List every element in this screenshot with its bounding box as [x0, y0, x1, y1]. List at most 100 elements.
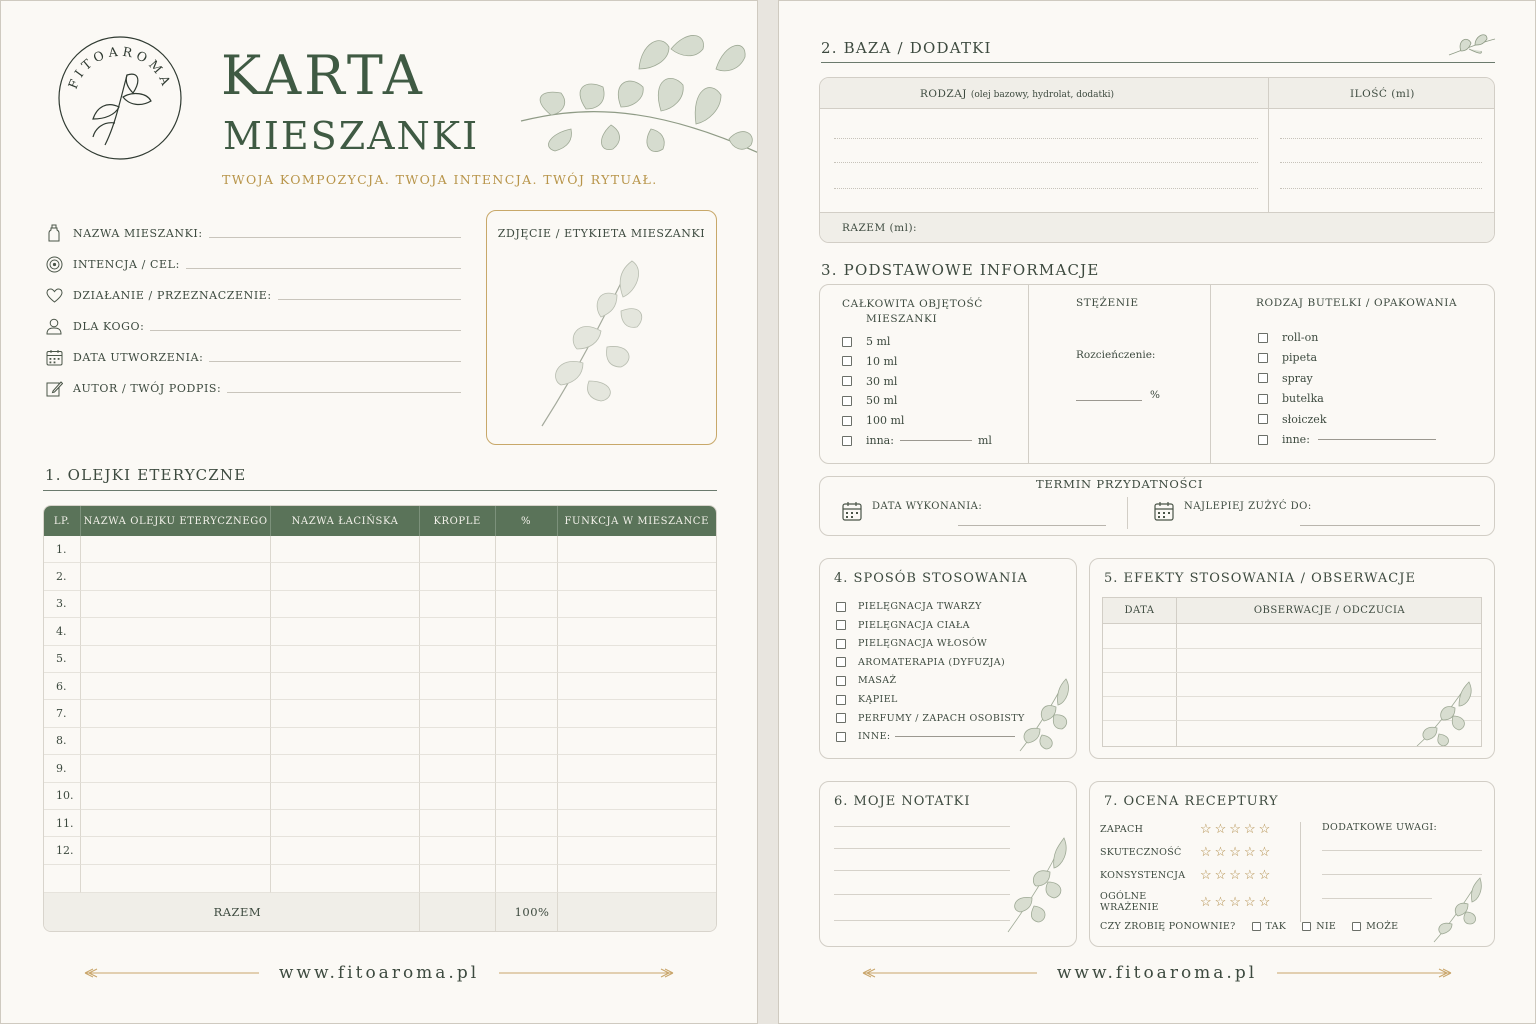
make-again-option[interactable]: NIE [1302, 921, 1336, 932]
table-cell[interactable] [271, 755, 420, 783]
table-cell[interactable] [80, 727, 272, 756]
table-cell[interactable] [271, 864, 420, 893]
checkbox[interactable] [836, 731, 846, 742]
table-cell[interactable] [419, 755, 496, 783]
dilution-field[interactable]: % [1076, 389, 1160, 401]
table-cell[interactable] [557, 618, 716, 646]
info-field-row[interactable]: AUTOR / TWÓJ PODPIS: [45, 378, 461, 398]
bottle-other-field[interactable] [1317, 439, 1436, 440]
table-cell[interactable] [495, 672, 558, 701]
table-cell[interactable] [495, 645, 558, 673]
table-cell[interactable] [80, 536, 272, 564]
info-field-line[interactable] [208, 236, 461, 238]
usage-option[interactable]: MASAŻ [836, 675, 897, 686]
usage-option[interactable]: PIELĘGNACJA WŁOSÓW [836, 638, 987, 649]
checkbox[interactable] [842, 336, 852, 347]
star-rating-icon[interactable]: ☆☆☆☆☆ [1200, 895, 1273, 910]
table-cell[interactable] [419, 837, 496, 865]
table-cell[interactable] [419, 563, 496, 591]
bottle-option[interactable]: spray [1258, 372, 1313, 385]
table-cell[interactable] [419, 618, 496, 646]
volume-option[interactable]: inna: ml [842, 434, 992, 447]
table-cell[interactable] [495, 809, 558, 838]
table-cell[interactable] [557, 783, 716, 810]
table-cell[interactable] [495, 864, 558, 893]
table-cell[interactable] [80, 782, 272, 810]
make-again-option[interactable]: TAK [1251, 921, 1287, 932]
notes-box[interactable]: 6. MOJE NOTATKI [819, 781, 1077, 947]
usage-option[interactable]: INNE: [836, 731, 1015, 742]
checkbox[interactable] [842, 415, 852, 426]
table-cell[interactable] [419, 864, 496, 893]
table-cell[interactable] [80, 590, 272, 619]
usage-option[interactable]: PIELĘGNACJA CIAŁA [836, 620, 970, 631]
checkbox[interactable] [1258, 434, 1268, 445]
table-cell[interactable] [495, 700, 558, 728]
table-cell[interactable] [557, 837, 716, 865]
checkbox[interactable] [836, 713, 846, 724]
table-cell[interactable] [495, 618, 558, 646]
info-field-row[interactable]: INTENCJA / CEL: [45, 254, 461, 274]
bottle-option[interactable]: inne: [1258, 433, 1436, 446]
table-cell[interactable] [419, 672, 496, 701]
table-cell[interactable] [557, 536, 716, 564]
table-cell[interactable] [557, 755, 716, 783]
table-cell[interactable] [419, 536, 496, 564]
info-field-line[interactable] [150, 329, 461, 331]
checkbox[interactable] [836, 657, 846, 668]
table-cell[interactable] [271, 727, 420, 756]
table-cell[interactable] [557, 646, 716, 673]
volume-option[interactable]: 100 ml [842, 414, 904, 427]
table-cell[interactable] [80, 837, 272, 865]
table-cell[interactable] [80, 645, 272, 673]
checkbox[interactable] [1302, 922, 1312, 931]
checkbox[interactable] [1251, 922, 1261, 931]
table-cell[interactable] [495, 727, 558, 756]
info-field-line[interactable] [277, 298, 461, 300]
extra-notes-line[interactable] [1322, 850, 1482, 851]
table-cell[interactable] [271, 672, 420, 701]
volume-option[interactable]: 50 ml [842, 394, 897, 407]
bottle-option[interactable]: pipeta [1258, 351, 1317, 364]
table-cell[interactable] [557, 865, 716, 893]
table-cell[interactable] [495, 590, 558, 619]
checkbox[interactable] [1258, 352, 1268, 363]
star-rating-icon[interactable]: ☆☆☆☆☆ [1200, 868, 1273, 883]
oils-total-drops[interactable] [419, 892, 496, 931]
table-cell[interactable] [271, 536, 420, 564]
checkbox[interactable] [836, 620, 846, 631]
table-cell[interactable] [557, 591, 716, 619]
table-cell[interactable] [495, 563, 558, 591]
table-cell[interactable] [419, 700, 496, 728]
make-again-option[interactable]: MOŻE [1352, 921, 1398, 932]
table-cell[interactable] [419, 782, 496, 810]
table-cell[interactable] [495, 755, 558, 783]
checkbox[interactable] [842, 435, 852, 446]
volume-option[interactable]: 30 ml [842, 375, 897, 388]
table-cell[interactable] [80, 672, 272, 701]
info-field-row[interactable]: DLA KOGO: [45, 316, 461, 336]
table-cell[interactable] [271, 590, 420, 619]
table-cell[interactable] [271, 837, 420, 865]
table-cell[interactable] [419, 645, 496, 673]
footer-url[interactable]: www.fitoaroma.pl [279, 963, 479, 983]
table-cell[interactable] [271, 563, 420, 591]
checkbox[interactable] [842, 395, 852, 406]
checkbox[interactable] [1258, 393, 1268, 404]
table-cell[interactable] [80, 755, 272, 783]
table-cell[interactable] [271, 809, 420, 838]
table-cell[interactable] [557, 700, 716, 728]
table-cell[interactable] [419, 590, 496, 619]
table-cell[interactable] [557, 810, 716, 838]
checkbox[interactable] [1352, 922, 1362, 931]
table-cell[interactable] [271, 618, 420, 646]
usage-other-field[interactable] [894, 736, 1015, 738]
table-cell[interactable] [271, 645, 420, 673]
volume-other-field[interactable] [899, 440, 972, 441]
table-cell[interactable] [495, 782, 558, 810]
checkbox[interactable] [1258, 414, 1268, 425]
table-cell[interactable] [557, 728, 716, 756]
usage-option[interactable]: PERFUMY / ZAPACH OSOBISTY [836, 713, 1025, 724]
table-cell[interactable] [80, 618, 272, 646]
table-cell[interactable] [80, 563, 272, 591]
